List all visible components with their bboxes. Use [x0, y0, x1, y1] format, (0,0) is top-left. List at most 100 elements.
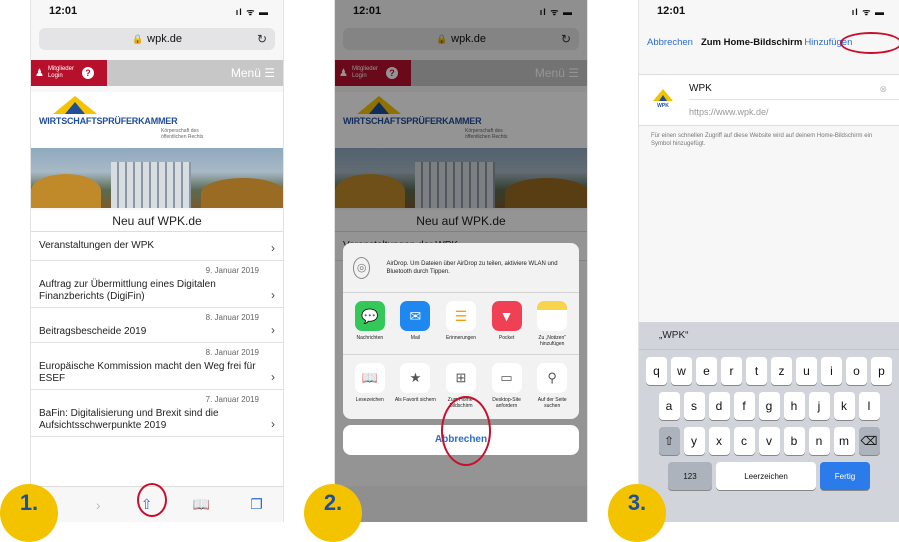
key[interactable]: s — [683, 392, 705, 420]
bookmarks-icon[interactable]: 📖 — [193, 496, 210, 513]
step-badge-1: 1. — [0, 484, 58, 542]
key[interactable]: b — [783, 427, 805, 455]
news-item[interactable]: 8. Januar 2019 Beitragsbescheide 2019 › — [31, 308, 283, 343]
news-item[interactable]: 8. Januar 2019 Europäische Kommission ma… — [31, 343, 283, 390]
member-login-button[interactable]: ♟ Mitglieder Login ? — [31, 60, 107, 86]
key[interactable]: k — [833, 392, 855, 420]
pocket-icon: ▼ — [491, 301, 522, 331]
news-item[interactable]: 9. Januar 2019 Auftrag zur Übermittlung … — [31, 261, 283, 308]
person-icon: ♟ — [35, 67, 44, 79]
action-label: Als Favorit sichern — [394, 397, 436, 403]
share-sheet-card: ◎ AirDrop. Um Dateien über AirDrop zu te… — [343, 243, 579, 419]
app-label: Nachrichten — [356, 335, 384, 341]
key[interactable]: r — [721, 357, 742, 385]
site-thumbnail-label: WPK — [657, 103, 669, 109]
tabs-icon[interactable]: ❐ — [250, 496, 263, 513]
header-photo — [31, 148, 283, 208]
numbers-key[interactable]: 123 — [668, 462, 712, 490]
app-label: Pocket — [498, 335, 515, 341]
app-reminders[interactable]: ☰ Erinnerungen — [438, 301, 484, 350]
status-icons: ıl ᯤ ▬ — [851, 6, 885, 17]
forward-icon[interactable]: › — [96, 497, 101, 513]
key[interactable]: u — [796, 357, 817, 385]
logo-brand-text: WIRTSCHAFTSPRÜFERKAMMER — [39, 116, 178, 126]
action-desktop-site[interactable]: ▭ Desktop-Site anfordern — [484, 363, 530, 415]
reload-icon[interactable]: ↻ — [257, 32, 267, 46]
app-pocket[interactable]: ▼ Pocket — [484, 301, 530, 350]
menu-button[interactable]: Menü ☰ — [231, 66, 283, 80]
photo-tree — [201, 178, 283, 208]
action-find-on-page[interactable]: ⚲ Auf der Seite suchen — [529, 363, 575, 415]
site-logo[interactable]: WIRTSCHAFTSPRÜFERKAMMER Körperschaft des… — [31, 92, 283, 148]
action-favorite[interactable]: ★ Als Favorit sichern — [393, 363, 439, 415]
news-title: Auftrag zur Übermittlung eines Digitalen… — [39, 279, 216, 302]
tutorial-stage: 12:01 ıl ᯤ ▬ 🔒 wpk.de ↻ ♟ Mitglieder Log… — [0, 0, 899, 542]
key[interactable]: q — [646, 357, 667, 385]
key[interactable]: z — [771, 357, 792, 385]
key[interactable]: i — [821, 357, 842, 385]
key[interactable]: x — [708, 427, 730, 455]
key[interactable]: c — [733, 427, 755, 455]
key[interactable]: t — [746, 357, 767, 385]
airdrop-text: AirDrop. Um Dateien über AirDrop zu teil… — [386, 260, 558, 275]
key[interactable]: w — [671, 357, 692, 385]
app-notes[interactable]: Zu „Notizen“ hinzufügen — [529, 301, 575, 350]
url-text: wpk.de — [147, 33, 183, 45]
chevron-right-icon: › — [271, 370, 275, 384]
app-mail[interactable]: ✉ Mail — [393, 301, 439, 350]
action-label: Lesezeichen — [355, 397, 384, 403]
news-title: Europäische Kommission macht den Weg fre… — [39, 361, 256, 384]
action-label: Desktop-Site anfordern — [492, 397, 521, 409]
airdrop-row[interactable]: ◎ AirDrop. Um Dateien über AirDrop zu te… — [343, 243, 579, 293]
key[interactable]: p — [871, 357, 892, 385]
key[interactable]: f — [733, 392, 755, 420]
key-row-4: 123 Leerzeichen Fertig — [639, 462, 899, 490]
book-icon: 📖 — [354, 363, 385, 393]
app-messages[interactable]: 💬 Nachrichten — [347, 301, 393, 350]
help-icon[interactable]: ? — [81, 67, 94, 79]
mail-icon: ✉ — [400, 301, 431, 331]
space-key[interactable]: Leerzeichen — [716, 462, 816, 490]
name-input[interactable]: WPK — [689, 83, 712, 94]
section-title: Neu auf WPK.de — [31, 210, 283, 232]
key[interactable]: d — [708, 392, 730, 420]
logo-mark-blue — [65, 102, 85, 114]
backspace-key[interactable]: ⌫ — [858, 427, 880, 455]
action-bookmark[interactable]: 📖 Lesezeichen — [347, 363, 393, 415]
lock-icon: 🔒 — [131, 33, 144, 44]
url-bar[interactable]: 🔒 wpk.de ↻ — [39, 28, 275, 50]
reminders-icon: ☰ — [445, 301, 476, 331]
news-item[interactable]: 7. Januar 2019 BaFin: Digitalisierung un… — [31, 390, 283, 437]
notes-icon — [537, 301, 568, 331]
news-date: 7. Januar 2019 — [205, 395, 259, 404]
news-date: 8. Januar 2019 — [205, 348, 259, 357]
clear-icon[interactable]: ⊗ — [879, 84, 887, 95]
key[interactable]: e — [696, 357, 717, 385]
done-key[interactable]: Fertig — [820, 462, 870, 490]
news-title: Beitragsbescheide 2019 — [39, 326, 147, 337]
page-title: Zum Home-Bildschirm — [700, 36, 803, 48]
step-badge-2: 2. — [304, 484, 362, 542]
shift-key[interactable]: ⇧ — [658, 427, 680, 455]
keyboard-suggestion[interactable]: „WPK“ — [639, 322, 899, 350]
url-text: https://www.wpk.de/ — [689, 107, 769, 117]
highlight-add-to-home — [441, 396, 491, 466]
photo-tree — [31, 174, 101, 208]
key[interactable]: m — [833, 427, 855, 455]
highlight-share-button — [137, 483, 167, 517]
status-time: 12:01 — [49, 5, 78, 17]
cancel-button[interactable]: Abbrechen — [647, 37, 693, 48]
key[interactable]: a — [658, 392, 680, 420]
key[interactable]: v — [758, 427, 780, 455]
key[interactable]: l — [858, 392, 880, 420]
chevron-right-icon: › — [271, 417, 275, 431]
key[interactable]: j — [808, 392, 830, 420]
key[interactable]: y — [683, 427, 705, 455]
key[interactable]: g — [758, 392, 780, 420]
news-item[interactable]: Veranstaltungen der WPK › — [31, 232, 283, 261]
key-row-1: q w e r t z u i o p — [639, 357, 899, 385]
step-badge-3: 3. — [608, 484, 666, 542]
key[interactable]: n — [808, 427, 830, 455]
key[interactable]: o — [846, 357, 867, 385]
key[interactable]: h — [783, 392, 805, 420]
